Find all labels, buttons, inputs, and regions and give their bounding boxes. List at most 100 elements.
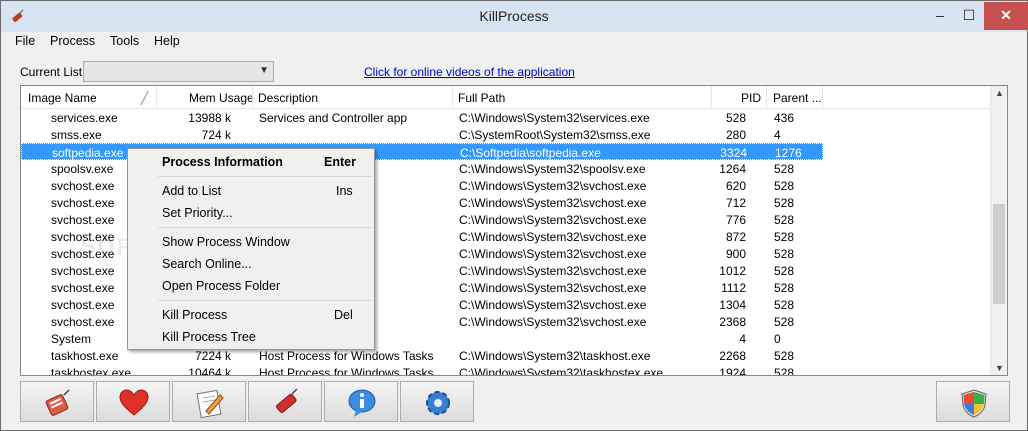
column-pid[interactable]: PID bbox=[741, 91, 761, 105]
parent-pid-cell: 528 bbox=[774, 179, 795, 193]
full-path-cell: C:\Windows\System32\svchost.exe bbox=[459, 213, 647, 227]
column-divider[interactable] bbox=[711, 86, 712, 108]
image-name-cell: services.exe bbox=[51, 111, 118, 125]
edit-list-icon bbox=[196, 389, 224, 419]
pid-cell: 280 bbox=[725, 128, 746, 142]
settings-button[interactable] bbox=[400, 381, 474, 422]
full-path-cell: C:\Windows\System32\taskhostex.exe bbox=[459, 366, 664, 376]
online-videos-link[interactable]: Click for online videos of the applicati… bbox=[364, 65, 575, 79]
gear-icon bbox=[426, 391, 450, 415]
pid-cell: 900 bbox=[725, 247, 746, 261]
close-button[interactable]: ✕ bbox=[984, 2, 1028, 30]
parent-pid-cell: 528 bbox=[774, 298, 795, 312]
image-name-cell: svchost.exe bbox=[51, 264, 115, 278]
column-divider[interactable] bbox=[252, 86, 253, 108]
parent-pid-cell: 528 bbox=[774, 366, 795, 376]
minimize-button[interactable]: ‒ bbox=[925, 2, 955, 30]
menu-kill-process[interactable]: Kill Process Del bbox=[129, 305, 373, 325]
menu-help[interactable]: Help bbox=[154, 34, 180, 48]
menu-process[interactable]: Process bbox=[50, 34, 95, 48]
parent-pid-cell: 0 bbox=[774, 332, 781, 346]
column-image-name[interactable]: Image Name bbox=[28, 91, 97, 105]
parent-pid-cell: 528 bbox=[774, 196, 795, 210]
scroll-up-icon[interactable]: ▲ bbox=[995, 88, 1004, 98]
image-name-cell: svchost.exe bbox=[51, 315, 115, 329]
menu-item-label: Add to List bbox=[162, 184, 222, 198]
admin-button[interactable] bbox=[936, 381, 1010, 422]
parent-pid-cell: 528 bbox=[774, 247, 795, 261]
image-name-cell: taskhostex.exe bbox=[51, 366, 132, 376]
pid-cell: 1264 bbox=[719, 162, 746, 176]
menu-item-shortcut: Enter bbox=[324, 155, 356, 169]
description-cell: Services and Controller app bbox=[259, 111, 408, 125]
table-row[interactable]: taskhostex.exe 10464 k Host Process for Wi… bbox=[21, 364, 990, 376]
parent-pid-cell: 528 bbox=[774, 264, 795, 278]
image-name-cell: svchost.exe bbox=[51, 213, 115, 227]
full-path-cell: C:\Windows\System32\svchost.exe bbox=[459, 264, 647, 278]
pid-cell: 2368 bbox=[719, 315, 746, 329]
image-name-cell: svchost.exe bbox=[51, 281, 115, 295]
column-divider[interactable] bbox=[822, 86, 823, 108]
pid-cell: 1012 bbox=[719, 264, 746, 278]
pid-cell: 4 bbox=[739, 332, 746, 346]
image-name-cell: svchost.exe bbox=[51, 196, 115, 210]
full-path-cell: C:\Windows\System32\spoolsv.exe bbox=[459, 162, 646, 176]
current-list-combo[interactable]: ▼ bbox=[83, 61, 274, 82]
menu-tools[interactable]: Tools bbox=[110, 34, 139, 48]
heart-icon bbox=[119, 389, 149, 416]
menu-kill-process-tree[interactable]: Kill Process Tree bbox=[129, 327, 373, 347]
kill-process-button[interactable] bbox=[248, 381, 322, 422]
parent-pid-cell: 528 bbox=[774, 162, 795, 176]
menu-item-label: Kill Process bbox=[162, 308, 228, 322]
column-description[interactable]: Description bbox=[258, 91, 318, 105]
full-path-cell: C:\Windows\System32\svchost.exe bbox=[459, 196, 647, 210]
column-full-path[interactable]: Full Path bbox=[458, 91, 505, 105]
vertical-scrollbar[interactable]: ▲ ▼ bbox=[990, 86, 1007, 375]
edit-list-button[interactable] bbox=[172, 381, 246, 422]
scroll-down-icon[interactable]: ▼ bbox=[995, 363, 1004, 373]
menu-set-priority[interactable]: Set Priority... bbox=[129, 203, 373, 223]
menu-item-label: Kill Process Tree bbox=[162, 330, 256, 344]
kill-list-button[interactable] bbox=[20, 381, 94, 422]
scroll-thumb[interactable] bbox=[993, 204, 1005, 304]
menu-open-process-folder[interactable]: Open Process Folder bbox=[129, 276, 373, 296]
title-bar[interactable]: KillProcess ‒ ☐ ✕ bbox=[1, 1, 1028, 32]
pid-cell: 1112 bbox=[721, 281, 746, 295]
full-path-cell: C:\Windows\System32\taskhost.exe bbox=[459, 349, 651, 363]
list-header: Image Name ╱ Mem Usage Description Full … bbox=[21, 86, 990, 109]
column-divider[interactable] bbox=[452, 86, 453, 108]
dynamite-list-icon bbox=[45, 389, 70, 416]
full-path-cell: C:\Windows\System32\svchost.exe bbox=[459, 247, 647, 261]
menu-search-online[interactable]: Search Online... bbox=[129, 254, 373, 274]
full-path-cell: C:\Windows\System32\svchost.exe bbox=[459, 230, 647, 244]
image-name-cell: taskhost.exe bbox=[51, 349, 119, 363]
menu-add-to-list[interactable]: Add to List Ins bbox=[129, 181, 373, 201]
image-name-cell: svchost.exe bbox=[51, 298, 115, 312]
maximize-button[interactable]: ☐ bbox=[955, 2, 983, 30]
table-row[interactable]: smss.exe 724 k C:\SystemRoot\System32\smss… bbox=[21, 126, 990, 143]
favorites-button[interactable] bbox=[96, 381, 170, 422]
pid-cell: 528 bbox=[725, 111, 746, 125]
column-divider[interactable] bbox=[156, 86, 157, 108]
column-mem-usage[interactable]: Mem Usage bbox=[189, 91, 254, 105]
menu-file[interactable]: File bbox=[15, 34, 35, 48]
parent-pid-cell: 4 bbox=[774, 128, 781, 142]
full-path-cell: C:\SystemRoot\System32\smss.exe bbox=[459, 128, 651, 142]
full-path-cell: C:\Windows\System32\svchost.exe bbox=[459, 281, 647, 295]
menu-process-information[interactable]: Process Information Enter bbox=[129, 152, 373, 172]
table-row[interactable]: services.exe 13988 k Services and Controll… bbox=[21, 109, 990, 126]
menu-item-shortcut: Ins bbox=[336, 184, 353, 198]
parent-pid-cell: 528 bbox=[774, 230, 795, 244]
pid-cell: 620 bbox=[725, 179, 746, 193]
bottom-toolbar bbox=[20, 381, 1010, 423]
column-divider[interactable] bbox=[766, 86, 767, 108]
menu-show-process-window[interactable]: Show Process Window bbox=[129, 232, 373, 252]
image-name-cell: System bbox=[51, 332, 92, 346]
full-path-cell: C:\Windows\System32\svchost.exe bbox=[459, 179, 647, 193]
menu-item-label: Process Information bbox=[162, 155, 283, 169]
image-name-cell: svchost.exe bbox=[51, 179, 115, 193]
column-parent[interactable]: Parent ... bbox=[773, 91, 822, 105]
process-info-button[interactable] bbox=[324, 381, 398, 422]
description-cell: Host Process for Windows Tasks bbox=[259, 366, 434, 376]
image-name-cell: spoolsv.exe bbox=[51, 162, 114, 176]
